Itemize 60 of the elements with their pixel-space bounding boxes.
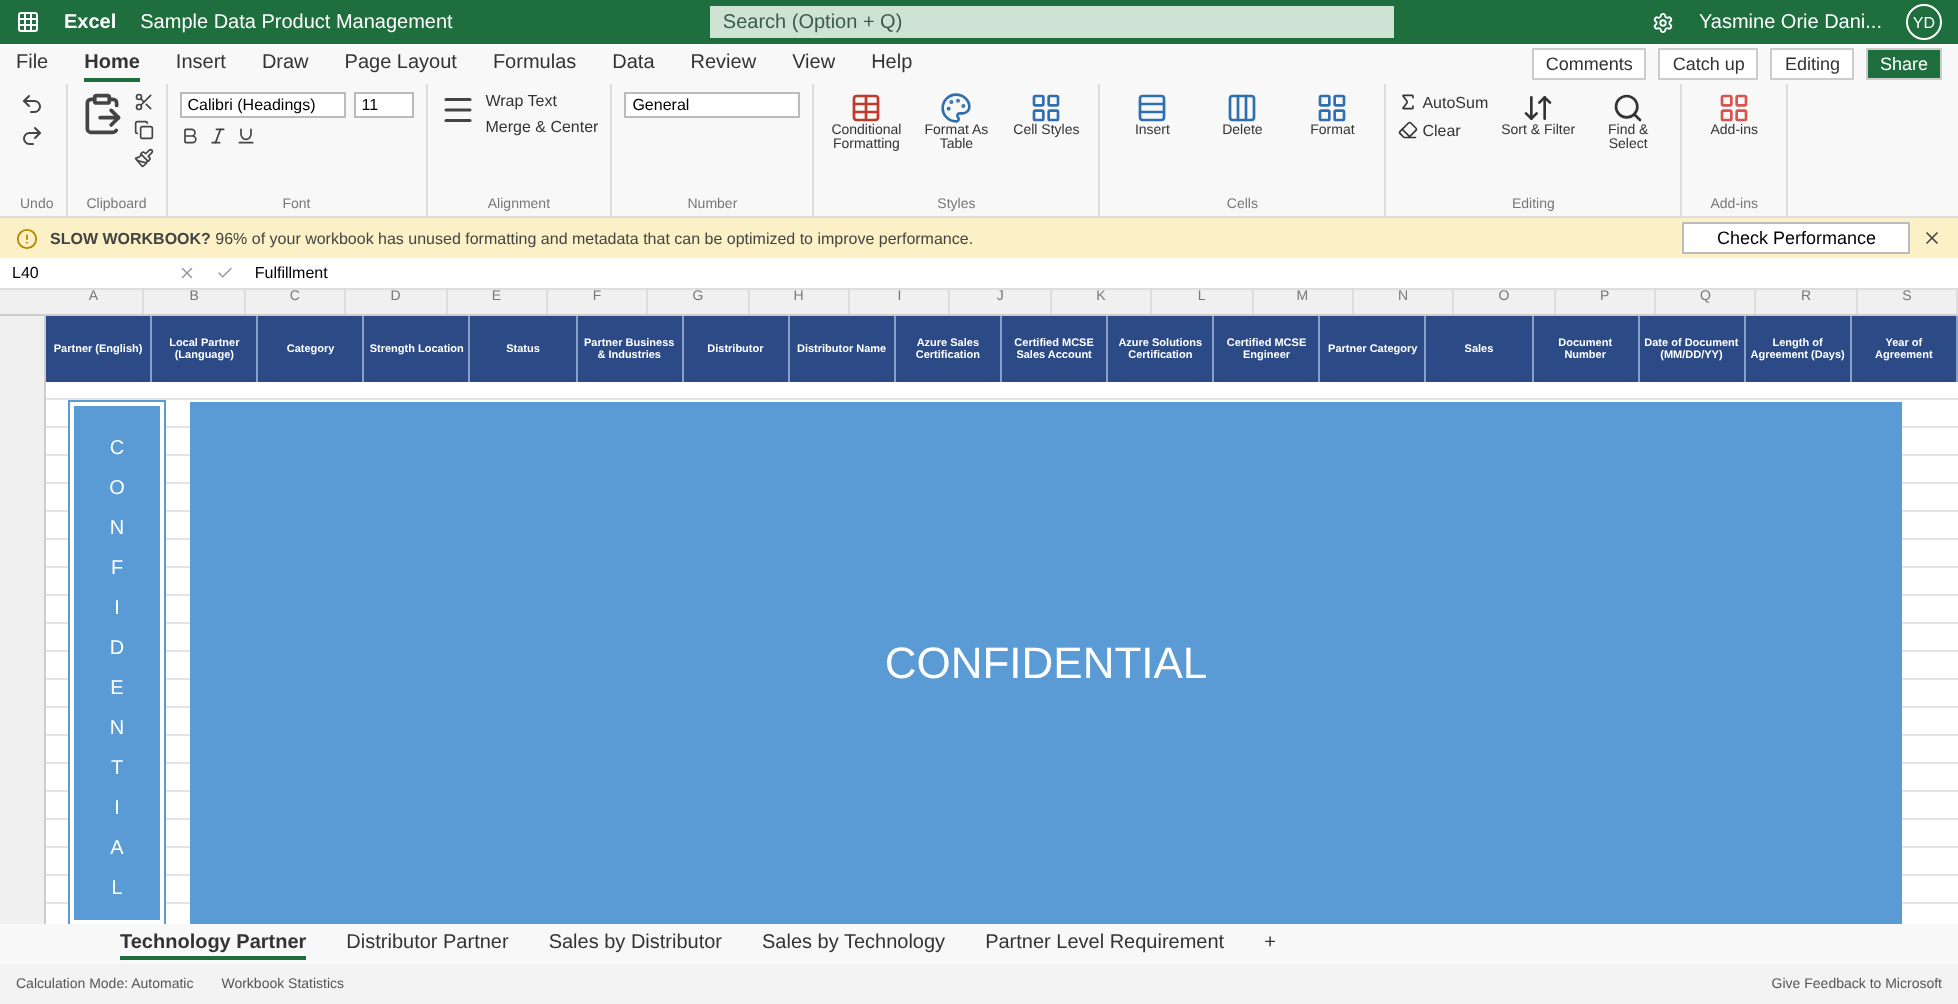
italic-icon xyxy=(207,126,228,146)
redo-icon xyxy=(20,124,44,148)
copy-icon xyxy=(133,120,154,140)
brush-icon xyxy=(133,148,154,168)
sigma-icon xyxy=(1398,92,1419,112)
enter-icon xyxy=(216,264,235,282)
settings-icon xyxy=(1652,11,1675,33)
add-sheet-button[interactable]: + xyxy=(1264,929,1276,959)
menu-tab[interactable]: Page Layout xyxy=(344,47,457,81)
grid-icon xyxy=(1226,92,1259,124)
underline-icon xyxy=(235,126,256,146)
check-performance-button[interactable]: Check Performance xyxy=(1682,222,1910,254)
user-name: Yasmine Orie Dani... xyxy=(1698,11,1882,33)
formula-field[interactable]: Fulfillment xyxy=(254,264,328,282)
user-avatar[interactable]: YD xyxy=(1905,4,1942,40)
action-button[interactable]: Editing xyxy=(1770,48,1854,80)
addins-icon xyxy=(1718,92,1751,124)
document-title: Sample Data Product Management xyxy=(140,11,453,33)
sort-icon xyxy=(1522,92,1555,124)
clear-button[interactable]: Clear xyxy=(1398,120,1489,140)
warning-icon xyxy=(16,227,38,249)
font-name-field[interactable]: Calibri (Headings) xyxy=(179,92,346,118)
action-button[interactable]: Comments xyxy=(1531,48,1647,80)
action-button[interactable]: Catch up xyxy=(1658,48,1759,80)
menu-tab[interactable]: Data xyxy=(612,47,655,81)
sheet-tab[interactable]: Technology Partner xyxy=(120,929,307,959)
menu-tab[interactable]: File xyxy=(16,47,49,81)
sheet-tab[interactable]: Distributor Partner xyxy=(346,929,509,959)
grid-icon xyxy=(1316,92,1349,124)
grid-icon xyxy=(1136,92,1169,124)
wrap-text-button[interactable]: Wrap Text xyxy=(485,92,599,110)
action-button[interactable]: Share xyxy=(1865,48,1942,80)
autosum-button[interactable]: AutoSum xyxy=(1398,92,1489,112)
cancel-icon xyxy=(178,264,197,282)
align-icon xyxy=(439,92,476,128)
vertical-label: CONFIDENTIAL xyxy=(108,436,126,904)
banner-message: SLOW WORKBOOK? 96% of your workbook has unused formatting and metadata that can be optimized to improve performance. xyxy=(50,229,974,247)
merge-button[interactable]: Merge & Center xyxy=(485,118,599,136)
menu-tab[interactable]: View xyxy=(792,47,836,81)
menu-tab[interactable]: Formulas xyxy=(492,47,577,81)
name-box[interactable]: L40 xyxy=(12,264,39,282)
sheet-tab[interactable]: Sales by Distributor xyxy=(548,929,723,959)
search-icon xyxy=(1612,92,1645,124)
cut-icon xyxy=(133,92,154,112)
menu-tab[interactable]: Help xyxy=(871,47,913,81)
menu-tab[interactable]: Review xyxy=(690,47,757,81)
app-name: Excel xyxy=(64,11,117,33)
search-field[interactable]: Search (Option + Q) xyxy=(710,6,1395,38)
menu-tab[interactable]: Draw xyxy=(261,47,309,81)
eraser-icon xyxy=(1398,120,1419,140)
bold-icon xyxy=(179,126,200,146)
undo-icon xyxy=(20,92,44,116)
sheet-tab[interactable]: Sales by Technology xyxy=(762,929,946,959)
close-icon xyxy=(1922,228,1942,248)
font-size-field[interactable]: 11 xyxy=(353,92,414,118)
confidential-label: CONFIDENTIAL xyxy=(884,637,1208,689)
menu-tab[interactable]: Insert xyxy=(175,47,226,81)
number-format-field[interactable]: General xyxy=(624,92,801,118)
sheet-tab[interactable]: Partner Level Requirement xyxy=(985,929,1225,959)
app-launcher-icon xyxy=(16,10,40,34)
